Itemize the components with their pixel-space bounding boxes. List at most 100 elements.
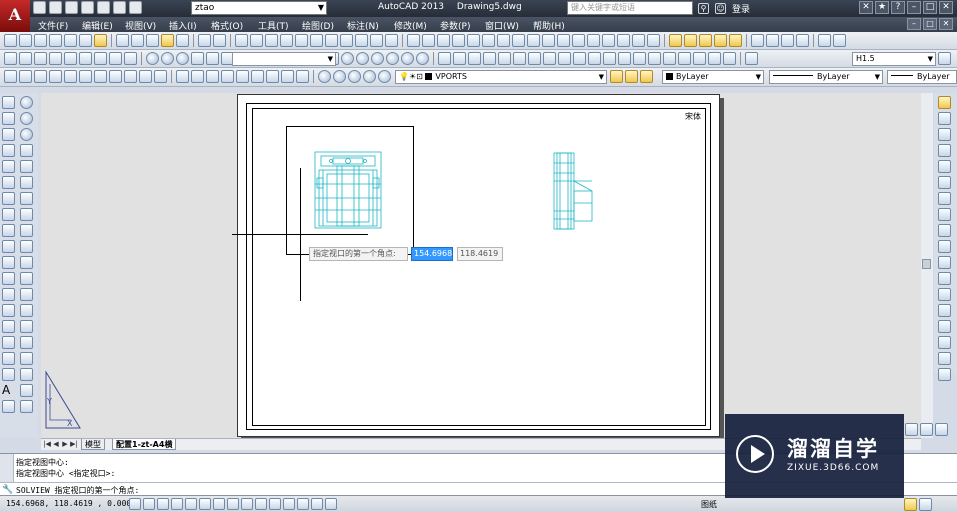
region-icon[interactable]	[678, 52, 691, 65]
undo-icon[interactable]	[113, 1, 126, 14]
linetype-combo[interactable]: ByLayer ▼	[769, 70, 883, 84]
dynamic-ucs-icon[interactable]	[241, 498, 253, 510]
new-icon[interactable]	[4, 34, 17, 47]
infer-constraints-icon[interactable]	[129, 498, 141, 510]
help-icon[interactable]: ?	[891, 1, 905, 14]
pan-icon[interactable]	[235, 34, 248, 47]
maximize-button[interactable]: □	[923, 1, 937, 14]
doc-minimize-button[interactable]: –	[907, 18, 921, 30]
break-icon[interactable]	[938, 272, 951, 285]
binoculars-icon[interactable]: ⚲	[698, 3, 709, 14]
transparency-icon[interactable]	[283, 498, 295, 510]
dim-aligned-icon[interactable]	[422, 34, 435, 47]
save-icon[interactable]	[34, 34, 47, 47]
fillet-icon[interactable]	[20, 336, 33, 349]
exchange-icon[interactable]: ✕	[859, 1, 873, 14]
tab-layout1[interactable]: 配置1-zt-A4横	[112, 439, 177, 450]
circle-icon[interactable]	[528, 52, 541, 65]
viewport-clip-icon[interactable]	[833, 34, 846, 47]
text-style-icon[interactable]	[745, 52, 758, 65]
gradient-icon[interactable]	[2, 336, 15, 349]
subtract-icon[interactable]	[161, 52, 174, 65]
dim-angular-icon[interactable]	[512, 34, 525, 47]
chamfer-icon[interactable]	[20, 320, 33, 333]
layer-match-icon[interactable]	[640, 70, 653, 83]
scale-icon[interactable]	[938, 224, 951, 237]
match-properties-icon[interactable]	[938, 96, 951, 109]
tool-palettes-icon[interactable]	[325, 34, 338, 47]
visual-style-realistic-icon[interactable]	[371, 52, 384, 65]
insert-block-icon[interactable]	[2, 272, 15, 285]
scale-icon[interactable]	[20, 208, 33, 221]
preview-icon[interactable]	[64, 34, 77, 47]
ucs-icon[interactable]	[4, 70, 17, 83]
menu-modify[interactable]: 修改(M)	[394, 19, 427, 32]
minimize-button[interactable]: –	[907, 1, 921, 14]
layer-states-icon[interactable]	[669, 34, 682, 47]
materials-icon[interactable]	[363, 70, 376, 83]
vertical-scrollbar[interactable]	[921, 93, 933, 438]
inspection-icon[interactable]	[632, 34, 645, 47]
group-icon[interactable]	[751, 34, 764, 47]
torus-view-icon[interactable]	[333, 70, 346, 83]
object-snap-icon[interactable]	[199, 498, 211, 510]
explode-icon[interactable]	[20, 368, 33, 381]
trim-icon[interactable]	[938, 256, 951, 269]
cut-icon[interactable]	[116, 34, 129, 47]
menu-edit[interactable]: 编辑(E)	[82, 19, 113, 32]
3point-ucs-icon[interactable]	[94, 70, 107, 83]
ungroup-icon[interactable]	[766, 34, 779, 47]
dim-linear-icon[interactable]	[407, 34, 420, 47]
menu-draw[interactable]: 绘图(D)	[302, 19, 334, 32]
zoom-window-icon[interactable]	[265, 34, 278, 47]
edit-spline-icon[interactable]	[938, 368, 951, 381]
publish-icon[interactable]	[79, 34, 92, 47]
planar-surface-icon[interactable]	[109, 52, 122, 65]
face-ucs-icon[interactable]	[19, 70, 32, 83]
add-selected-icon[interactable]	[2, 400, 15, 413]
visual-style-conceptual-icon[interactable]	[386, 52, 399, 65]
tab-model[interactable]: 模型	[81, 439, 105, 450]
table-icon[interactable]	[2, 368, 15, 381]
dynamic-input-x[interactable]: 154.6968	[411, 247, 453, 261]
calculator-icon[interactable]	[370, 34, 383, 47]
align-icon[interactable]	[221, 70, 234, 83]
menu-file[interactable]: 文件(F)	[38, 19, 68, 32]
viewport-icon[interactable]	[818, 34, 831, 47]
sheet-set-icon[interactable]	[340, 34, 353, 47]
menu-dimension[interactable]: 标注(N)	[347, 19, 379, 32]
apply-ucs-icon[interactable]	[154, 70, 167, 83]
revcloud-icon[interactable]	[543, 52, 556, 65]
dim-baseline-icon[interactable]	[542, 34, 555, 47]
lights-icon[interactable]	[378, 70, 391, 83]
arc-icon[interactable]	[513, 52, 526, 65]
menu-tools[interactable]: 工具(T)	[258, 19, 289, 32]
workspace-switch-icon[interactable]	[905, 423, 918, 436]
grid-display-icon[interactable]	[157, 498, 169, 510]
construction-line-icon[interactable]	[453, 52, 466, 65]
save-icon[interactable]	[65, 1, 78, 14]
open-file-icon[interactable]	[49, 1, 62, 14]
spline-icon[interactable]	[558, 52, 571, 65]
arc-icon[interactable]	[2, 176, 15, 189]
mirror-3d-icon[interactable]	[236, 70, 249, 83]
menu-format[interactable]: 格式(O)	[211, 19, 243, 32]
user-icon[interactable]: ☺	[715, 3, 726, 14]
x-ucs-icon[interactable]	[109, 70, 122, 83]
stretch-icon[interactable]	[20, 224, 33, 237]
zoom-realtime-icon[interactable]	[250, 34, 263, 47]
object-snap-tracking-icon[interactable]	[227, 498, 239, 510]
plot-icon[interactable]	[49, 34, 62, 47]
group-select-icon[interactable]	[796, 34, 809, 47]
ellipse-arc-icon[interactable]	[588, 52, 601, 65]
scrollbar-thumb[interactable]	[922, 259, 931, 269]
3d-print-icon[interactable]	[94, 34, 107, 47]
dim-diameter-icon[interactable]	[497, 34, 510, 47]
edit-polyline-icon[interactable]	[938, 352, 951, 365]
clean-screen-icon[interactable]	[919, 498, 932, 511]
chamfer-icon[interactable]	[938, 304, 951, 317]
selection-cycling-icon[interactable]	[311, 498, 323, 510]
render-icon[interactable]	[348, 70, 361, 83]
dim-break-icon[interactable]	[587, 34, 600, 47]
layer-previous-icon[interactable]	[684, 34, 697, 47]
